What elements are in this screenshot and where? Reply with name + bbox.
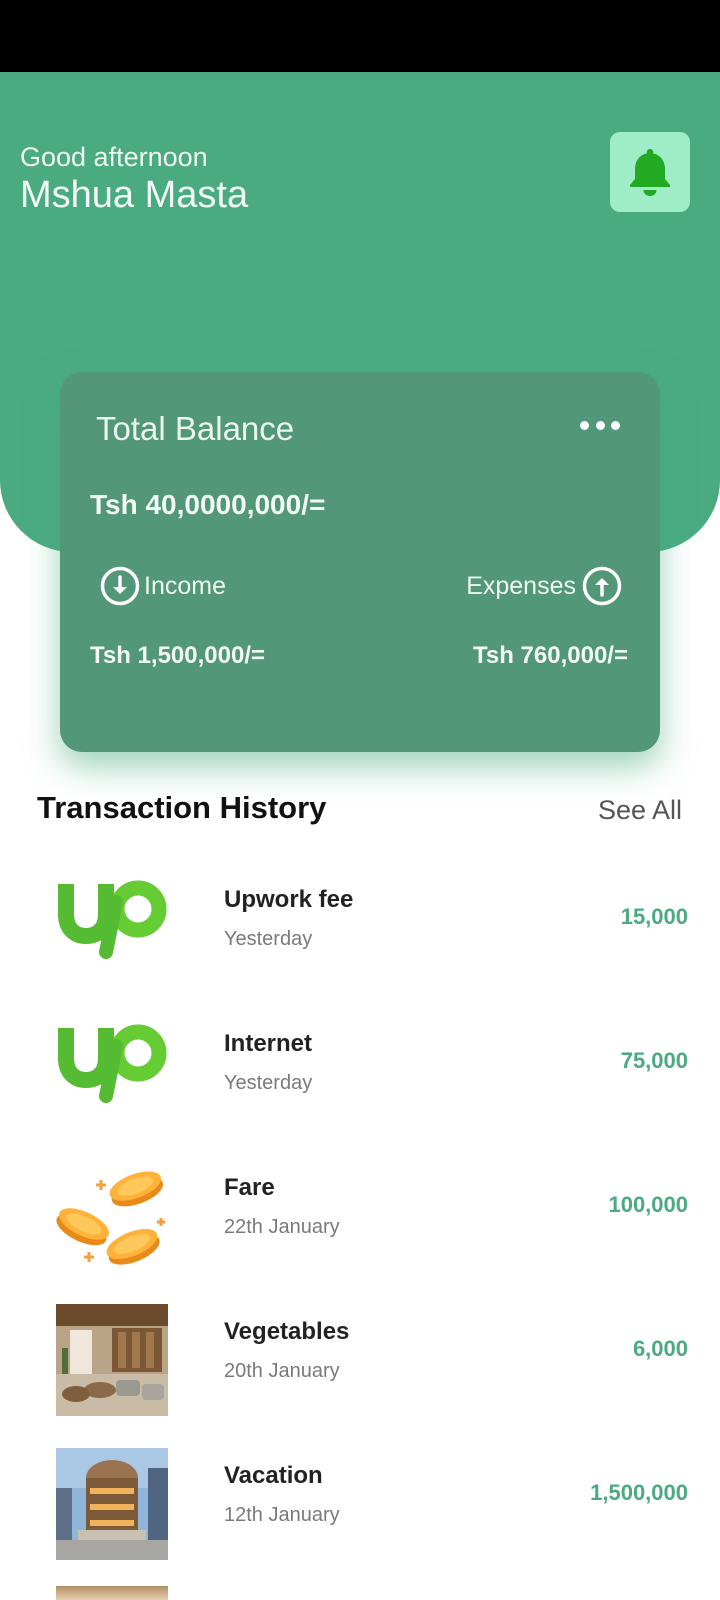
upwork-logo [56, 872, 168, 984]
balance-card: Total Balance Tsh 40,0000,000/= Income E… [60, 372, 660, 752]
notification-button[interactable] [610, 132, 690, 212]
transaction-item[interactable]: Internet Yesterday 75,000 [0, 1016, 720, 1160]
upwork-logo [56, 1016, 168, 1128]
more-horizontal-icon[interactable] [580, 418, 620, 432]
transaction-date: 22th January [224, 1216, 340, 1238]
see-all-link[interactable]: See All [598, 795, 682, 826]
transaction-name: Vacation [224, 1462, 323, 1489]
status-bar [0, 0, 720, 72]
transaction-item[interactable]: Upwork fee Yesterday 15,000 [0, 872, 720, 1016]
arrow-down-circle-icon [100, 566, 140, 606]
total-balance-amount: Tsh 40,0000,000/= [90, 489, 326, 520]
income-label: Income [144, 571, 226, 600]
transaction-name: Vegetables [224, 1318, 350, 1345]
user-name: Mshua Masta [20, 174, 249, 216]
transaction-item[interactable]: Vegetables 20th January 6,000 [0, 1304, 720, 1448]
transaction-date: 20th January [224, 1360, 340, 1382]
arrow-up-circle-icon [582, 566, 622, 606]
transaction-amount: 75,000 [620, 1048, 688, 1073]
transaction-name: Upwork fee [224, 886, 354, 913]
expenses-label: Expenses [466, 571, 576, 600]
transaction-item[interactable]: Fare 22th January 100,000 [0, 1160, 720, 1304]
interior-photo [56, 1304, 168, 1416]
transaction-history-title: Transaction History [37, 790, 327, 825]
income-amount: Tsh 1,500,000/= [90, 642, 266, 669]
transaction-name: Fare [224, 1174, 275, 1201]
building-photo [56, 1448, 168, 1560]
transaction-amount: 6,000 [632, 1336, 688, 1361]
transaction-thumbnail-partial [56, 1586, 168, 1600]
greeting-text: Good afternoon [20, 142, 208, 172]
transaction-amount: 100,000 [608, 1192, 688, 1217]
transaction-name: Internet [224, 1030, 313, 1057]
income-section: Income [100, 566, 226, 606]
transaction-date: Yesterday [224, 928, 313, 950]
coins-icon [56, 1160, 168, 1272]
bell-icon [630, 149, 670, 196]
transaction-date: 12th January [224, 1504, 340, 1526]
transaction-item[interactable]: Vacation 12th January 1,500,000 [0, 1448, 720, 1592]
transaction-date: Yesterday [224, 1072, 313, 1094]
expenses-amount: Tsh 760,000/= [473, 642, 628, 669]
balance-card-title: Total Balance [96, 410, 295, 447]
expenses-section: Expenses [466, 566, 622, 606]
transaction-amount: 1,500,000 [590, 1480, 688, 1505]
transaction-amount: 15,000 [620, 904, 688, 929]
